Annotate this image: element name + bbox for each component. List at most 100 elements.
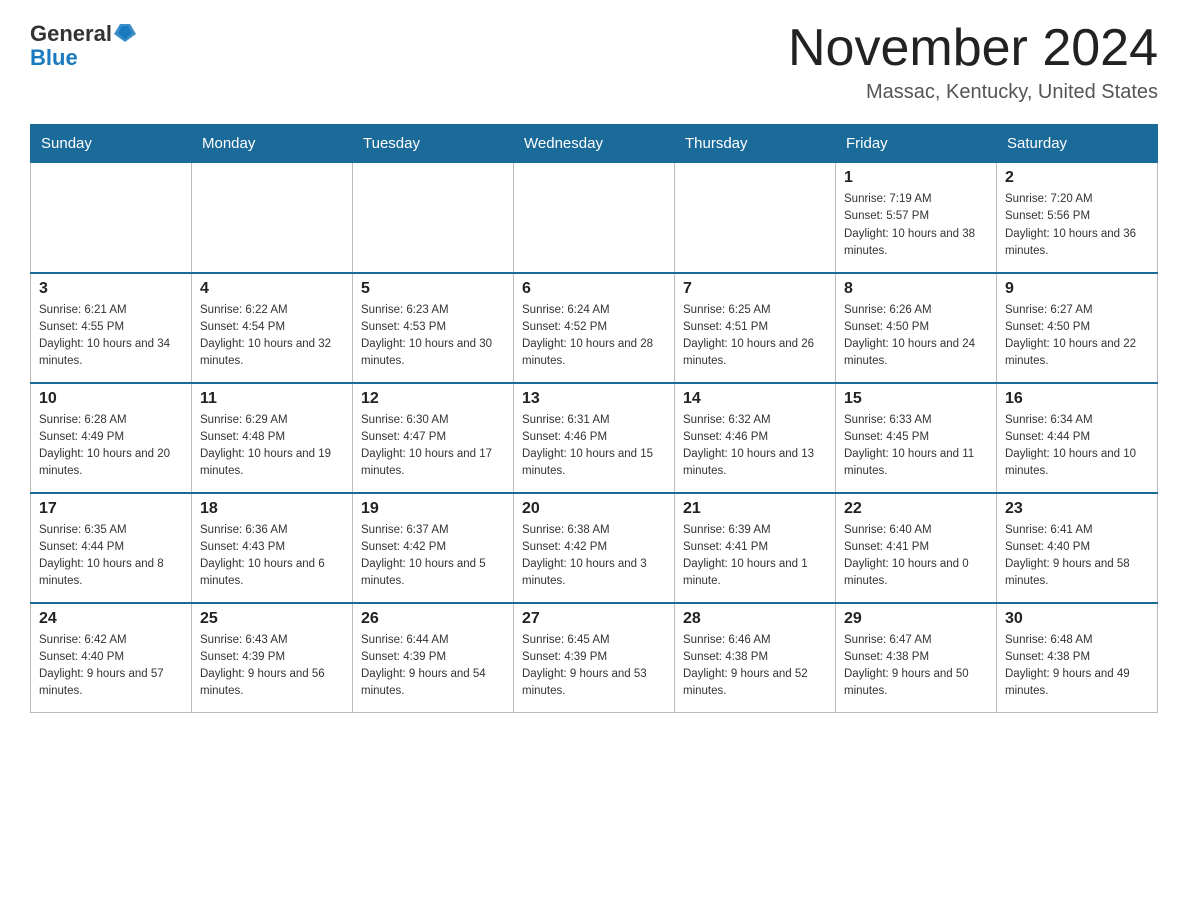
calendar-week-row: 10Sunrise: 6:28 AMSunset: 4:49 PMDayligh… [31, 383, 1158, 493]
calendar-cell: 27 Sunrise: 6:45 AMSunset: 4:39 PMDayligh… [514, 603, 675, 713]
day-number: 5 [361, 280, 505, 298]
month-title: November 2024 [788, 20, 1158, 77]
title-section: November 2024 Massac, Kentucky, United S… [788, 20, 1158, 104]
calendar-cell: 21 Sunrise: 6:39 AMSunset: 4:41 PMDayligh… [675, 493, 836, 603]
page-header: General Blue November 2024 Massac, Kentu… [30, 20, 1158, 104]
calendar-cell: 28 Sunrise: 6:46 AMSunset: 4:38 PMDayligh… [675, 603, 836, 713]
logo-arrow-icon [114, 20, 136, 42]
header-tuesday: Tuesday [353, 125, 514, 163]
calendar-cell [675, 163, 836, 273]
day-number: 14 [683, 390, 827, 408]
day-info: Sunrise: 6:30 AMSunset: 4:47 PMDaylight:… [361, 412, 505, 481]
calendar-cell: 12 Sunrise: 6:30 AMSunset: 4:47 PMDayligh… [353, 383, 514, 493]
calendar-cell [353, 163, 514, 273]
day-info: Sunrise: 6:45 AMSunset: 4:39 PMDaylight:… [522, 632, 666, 701]
calendar-cell: 7 Sunrise: 6:25 AMSunset: 4:51 PMDaylight… [675, 273, 836, 383]
calendar-cell: 5Sunrise: 6:23 AMSunset: 4:53 PMDaylight… [353, 273, 514, 383]
calendar-cell: 25Sunrise: 6:43 AMSunset: 4:39 PMDayligh… [192, 603, 353, 713]
calendar-cell: 6 Sunrise: 6:24 AMSunset: 4:52 PMDaylight… [514, 273, 675, 383]
day-number: 4 [200, 280, 344, 298]
calendar-cell: 8 Sunrise: 6:26 AMSunset: 4:50 PMDaylight… [836, 273, 997, 383]
day-number: 13 [522, 390, 666, 408]
day-info: Sunrise: 6:24 AMSunset: 4:52 PMDaylight:… [522, 302, 666, 371]
header-monday: Monday [192, 125, 353, 163]
header-sunday: Sunday [31, 125, 192, 163]
day-number: 7 [683, 280, 827, 298]
day-info: Sunrise: 6:41 AMSunset: 4:40 PMDaylight:… [1005, 522, 1149, 591]
day-info: Sunrise: 6:39 AMSunset: 4:41 PMDaylight:… [683, 522, 827, 591]
day-info: Sunrise: 6:44 AMSunset: 4:39 PMDaylight:… [361, 632, 505, 701]
day-info: Sunrise: 6:21 AMSunset: 4:55 PMDaylight:… [39, 302, 183, 371]
calendar-week-row: 17Sunrise: 6:35 AMSunset: 4:44 PMDayligh… [31, 493, 1158, 603]
day-info: Sunrise: 6:29 AMSunset: 4:48 PMDaylight:… [200, 412, 344, 481]
day-number: 10 [39, 390, 183, 408]
day-number: 30 [1005, 610, 1149, 628]
header-friday: Friday [836, 125, 997, 163]
calendar-cell [192, 163, 353, 273]
day-info: Sunrise: 6:37 AMSunset: 4:42 PMDaylight:… [361, 522, 505, 591]
day-info: Sunrise: 6:48 AMSunset: 4:38 PMDaylight:… [1005, 632, 1149, 701]
day-number: 1 [844, 169, 988, 187]
logo-blue-text: Blue [30, 47, 78, 69]
day-number: 15 [844, 390, 988, 408]
day-number: 12 [361, 390, 505, 408]
calendar-cell: 24 Sunrise: 6:42 AMSunset: 4:40 PMDayligh… [31, 603, 192, 713]
calendar-table: Sunday Monday Tuesday Wednesday Thursday… [30, 124, 1158, 713]
day-number: 16 [1005, 390, 1149, 408]
calendar-cell [31, 163, 192, 273]
calendar-cell: 15 Sunrise: 6:33 AMSunset: 4:45 PMDayligh… [836, 383, 997, 493]
day-number: 20 [522, 500, 666, 518]
day-info: Sunrise: 6:46 AMSunset: 4:38 PMDaylight:… [683, 632, 827, 701]
calendar-cell: 3 Sunrise: 6:21 AMSunset: 4:55 PMDaylight… [31, 273, 192, 383]
day-number: 6 [522, 280, 666, 298]
day-number: 23 [1005, 500, 1149, 518]
day-number: 25 [200, 610, 344, 628]
calendar-cell: 19 Sunrise: 6:37 AMSunset: 4:42 PMDayligh… [353, 493, 514, 603]
calendar-cell: 26 Sunrise: 6:44 AMSunset: 4:39 PMDayligh… [353, 603, 514, 713]
calendar-cell: 9 Sunrise: 6:27 AMSunset: 4:50 PMDaylight… [997, 273, 1158, 383]
day-number: 11 [200, 390, 344, 408]
day-info: Sunrise: 6:27 AMSunset: 4:50 PMDaylight:… [1005, 302, 1149, 371]
day-number: 29 [844, 610, 988, 628]
day-info: Sunrise: 6:38 AMSunset: 4:42 PMDaylight:… [522, 522, 666, 591]
day-number: 22 [844, 500, 988, 518]
header-saturday: Saturday [997, 125, 1158, 163]
day-info: Sunrise: 6:36 AMSunset: 4:43 PMDaylight:… [200, 522, 344, 591]
day-number: 8 [844, 280, 988, 298]
calendar-cell: 14Sunrise: 6:32 AMSunset: 4:46 PMDayligh… [675, 383, 836, 493]
day-number: 9 [1005, 280, 1149, 298]
calendar-cell: 16Sunrise: 6:34 AMSunset: 4:44 PMDayligh… [997, 383, 1158, 493]
day-number: 21 [683, 500, 827, 518]
calendar-week-row: 3 Sunrise: 6:21 AMSunset: 4:55 PMDaylight… [31, 273, 1158, 383]
day-info: Sunrise: 6:26 AMSunset: 4:50 PMDaylight:… [844, 302, 988, 371]
day-number: 3 [39, 280, 183, 298]
day-number: 27 [522, 610, 666, 628]
calendar-header-row: Sunday Monday Tuesday Wednesday Thursday… [31, 125, 1158, 163]
calendar-cell: 4Sunrise: 6:22 AMSunset: 4:54 PMDaylight… [192, 273, 353, 383]
calendar-cell: 20 Sunrise: 6:38 AMSunset: 4:42 PMDayligh… [514, 493, 675, 603]
calendar-week-row: 24 Sunrise: 6:42 AMSunset: 4:40 PMDayligh… [31, 603, 1158, 713]
day-info: Sunrise: 6:25 AMSunset: 4:51 PMDaylight:… [683, 302, 827, 371]
day-info: Sunrise: 6:35 AMSunset: 4:44 PMDaylight:… [39, 522, 183, 591]
day-number: 26 [361, 610, 505, 628]
calendar-cell: 10Sunrise: 6:28 AMSunset: 4:49 PMDayligh… [31, 383, 192, 493]
day-info: Sunrise: 6:42 AMSunset: 4:40 PMDaylight:… [39, 632, 183, 701]
day-info: Sunrise: 6:33 AMSunset: 4:45 PMDaylight:… [844, 412, 988, 481]
calendar-cell: 11 Sunrise: 6:29 AMSunset: 4:48 PMDayligh… [192, 383, 353, 493]
calendar-cell: 23 Sunrise: 6:41 AMSunset: 4:40 PMDayligh… [997, 493, 1158, 603]
calendar-week-row: 1 Sunrise: 7:19 AMSunset: 5:57 PMDaylight… [31, 163, 1158, 273]
day-info: Sunrise: 7:20 AMSunset: 5:56 PMDaylight:… [1005, 191, 1149, 260]
calendar-cell: 2 Sunrise: 7:20 AMSunset: 5:56 PMDaylight… [997, 163, 1158, 273]
day-number: 2 [1005, 169, 1149, 187]
calendar-cell: 18Sunrise: 6:36 AMSunset: 4:43 PMDayligh… [192, 493, 353, 603]
day-number: 28 [683, 610, 827, 628]
calendar-cell: 17Sunrise: 6:35 AMSunset: 4:44 PMDayligh… [31, 493, 192, 603]
day-number: 24 [39, 610, 183, 628]
day-number: 19 [361, 500, 505, 518]
day-info: Sunrise: 7:19 AMSunset: 5:57 PMDaylight:… [844, 191, 988, 260]
calendar-cell [514, 163, 675, 273]
header-thursday: Thursday [675, 125, 836, 163]
calendar-cell: 13 Sunrise: 6:31 AMSunset: 4:46 PMDayligh… [514, 383, 675, 493]
day-info: Sunrise: 6:31 AMSunset: 4:46 PMDaylight:… [522, 412, 666, 481]
logo: General Blue [30, 20, 136, 69]
